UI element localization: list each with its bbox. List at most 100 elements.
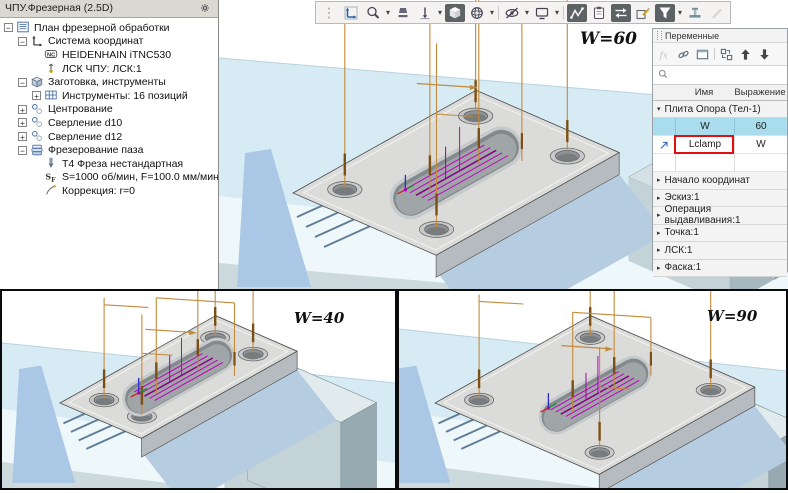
mill-icon bbox=[30, 143, 45, 158]
svg-text:fx: fx bbox=[658, 50, 668, 61]
sphere-button[interactable] bbox=[467, 4, 487, 22]
collapse-icon[interactable]: − bbox=[18, 145, 27, 155]
tree-item[interactable]: T4 Фреза нестандартная bbox=[0, 157, 218, 171]
fx-button[interactable]: fx bbox=[656, 46, 673, 63]
reference-arrow-icon bbox=[653, 136, 676, 153]
variable-expression-cell[interactable] bbox=[735, 154, 787, 171]
group-label: Начало координат bbox=[664, 174, 750, 186]
pencil-button[interactable] bbox=[707, 4, 727, 22]
tree-item-label: Сверление d12 bbox=[48, 130, 123, 143]
tree-item-label: Заготовка, инструменты bbox=[48, 76, 166, 89]
axis-button[interactable] bbox=[415, 4, 435, 22]
swap-button[interactable] bbox=[611, 3, 631, 22]
funnel-button[interactable] bbox=[655, 3, 675, 22]
down-button[interactable] bbox=[756, 46, 773, 63]
screen-button[interactable] bbox=[532, 4, 552, 22]
window-button[interactable] bbox=[694, 46, 711, 63]
toolbar-separator bbox=[563, 5, 564, 20]
tools-icon bbox=[44, 88, 59, 103]
expand-icon[interactable]: + bbox=[32, 91, 41, 101]
zoom-button[interactable] bbox=[363, 4, 383, 22]
cube-button[interactable] bbox=[445, 3, 465, 22]
gear-icon[interactable] bbox=[199, 2, 212, 15]
group-label: Плита Опора (Тел-1) bbox=[664, 103, 761, 115]
tree-item[interactable]: ЛСК ЧПУ: ЛСК:1 bbox=[0, 62, 218, 76]
tree-item-label: План фрезерной обработки bbox=[34, 21, 170, 34]
group-label: Эскиз:1 bbox=[664, 192, 700, 204]
chevron-down-icon[interactable]: ▾ bbox=[488, 8, 496, 17]
toolpath-button[interactable] bbox=[567, 3, 587, 22]
edit-box-button[interactable] bbox=[633, 4, 653, 22]
clipboard-button[interactable] bbox=[589, 4, 609, 22]
variables-title: Переменные bbox=[665, 30, 720, 41]
grip-handle bbox=[319, 4, 339, 22]
svg-text:NC: NC bbox=[47, 53, 55, 59]
chevron-down-icon[interactable]: ▾ bbox=[384, 8, 392, 17]
application-window: ЧПУ.Фрезерная (2.5D) − План фрезерной обр… bbox=[0, 0, 788, 493]
tree-item[interactable]: + Центрование bbox=[0, 103, 218, 117]
csys-button[interactable] bbox=[341, 4, 361, 22]
coord-icon bbox=[30, 34, 45, 49]
collapse-icon[interactable]: − bbox=[4, 23, 13, 33]
bottom-left-view-label: W=40 bbox=[294, 309, 345, 327]
tree-item-label: Центрование bbox=[48, 103, 113, 116]
variable-row[interactable]: Lclamp W bbox=[653, 135, 787, 154]
panel-grip-icon[interactable] bbox=[657, 31, 662, 40]
tree-item-label: Сверление d10 bbox=[48, 116, 123, 129]
eye-off-button[interactable] bbox=[502, 4, 522, 22]
variable-row[interactable]: W 60 bbox=[653, 118, 787, 136]
tree-item[interactable]: S F S=1000 об/мин, F=100.0 мм/мин bbox=[0, 171, 218, 185]
up-button[interactable] bbox=[737, 46, 754, 63]
machine-button[interactable] bbox=[685, 4, 705, 22]
triangle-right-icon: ▸ bbox=[657, 177, 661, 185]
collapse-icon[interactable]: − bbox=[18, 36, 27, 46]
expand-icon[interactable]: + bbox=[18, 104, 27, 114]
variable-name-cell[interactable] bbox=[676, 154, 735, 171]
tree-item[interactable]: − Заготовка, инструменты bbox=[0, 75, 218, 89]
variables-group-collapsed[interactable]: ▸ Фаска:1 bbox=[653, 259, 787, 277]
variables-group-expanded[interactable]: ▾ Плита Опора (Тел-1) bbox=[653, 101, 787, 118]
variables-group-collapsed[interactable]: ▸ Начало координат bbox=[653, 172, 787, 190]
collapse-icon[interactable]: − bbox=[18, 77, 27, 87]
tree-item-label: S=1000 об/мин, F=100.0 мм/мин bbox=[62, 171, 218, 184]
expand-icon[interactable]: + bbox=[18, 118, 27, 128]
variable-expression-cell[interactable]: 60 bbox=[735, 118, 787, 135]
variables-group-collapsed[interactable]: ▸ ЛСК:1 bbox=[653, 242, 787, 260]
variable-name-cell[interactable]: Lclamp bbox=[676, 136, 735, 153]
toolbar-separator bbox=[714, 48, 715, 60]
tree-item[interactable]: + Сверление d12 bbox=[0, 130, 218, 144]
chevron-down-icon[interactable]: ▾ bbox=[523, 8, 531, 17]
bottom-right-3d-view[interactable]: W=90 bbox=[397, 289, 788, 490]
variables-rows: ▾ Плита Опора (Тел-1) W 60 Lclamp W ▸ Начало ко… bbox=[653, 101, 787, 277]
tree-item[interactable]: + Сверление d10 bbox=[0, 116, 218, 130]
chevron-down-icon[interactable]: ▾ bbox=[436, 8, 444, 17]
variables-group-collapsed[interactable]: ▸ Операция выдавливания:1 bbox=[653, 204, 787, 226]
tree-item[interactable]: − План фрезерной обработки bbox=[0, 21, 218, 35]
tree-item[interactable]: NC HEIDENHAIN iTNC530 bbox=[0, 48, 218, 62]
tree-item[interactable]: Коррекция: r=0 bbox=[0, 184, 218, 198]
tree-item[interactable]: − Фрезерование паза bbox=[0, 143, 218, 157]
chevron-down-icon[interactable]: ▾ bbox=[676, 8, 684, 17]
expand-icon[interactable]: + bbox=[18, 132, 27, 141]
tree-item-label: T4 Фреза нестандартная bbox=[62, 157, 184, 170]
lsk-icon bbox=[44, 61, 59, 76]
bottom-left-3d-view[interactable]: W=40 bbox=[0, 289, 397, 490]
search-icon bbox=[657, 68, 669, 83]
machining-plan-panel: ЧПУ.Фрезерная (2.5D) − План фрезерной обр… bbox=[0, 0, 219, 289]
chevron-down-icon[interactable]: ▾ bbox=[553, 8, 561, 17]
tree-item[interactable]: − Система координат bbox=[0, 35, 218, 49]
stamp-button[interactable] bbox=[393, 4, 413, 22]
correction-icon bbox=[44, 183, 59, 198]
variables-search[interactable] bbox=[653, 66, 787, 85]
deps-button[interactable] bbox=[718, 46, 735, 63]
tree-item-label: Инструменты: 16 позиций bbox=[62, 89, 188, 102]
variable-row[interactable] bbox=[653, 154, 787, 172]
link-button[interactable] bbox=[675, 46, 692, 63]
tree-item[interactable]: + Инструменты: 16 позиций bbox=[0, 89, 218, 103]
main-view-label: W=60 bbox=[580, 29, 637, 49]
variable-name-cell[interactable]: W bbox=[676, 118, 735, 135]
tree-title: ЧПУ.Фрезерная (2.5D) bbox=[5, 2, 113, 14]
variable-expression-cell[interactable]: W bbox=[735, 136, 787, 153]
variables-column-header: Имя Выражение bbox=[653, 85, 787, 101]
variables-group-collapsed[interactable]: ▸ Точка:1 bbox=[653, 224, 787, 242]
